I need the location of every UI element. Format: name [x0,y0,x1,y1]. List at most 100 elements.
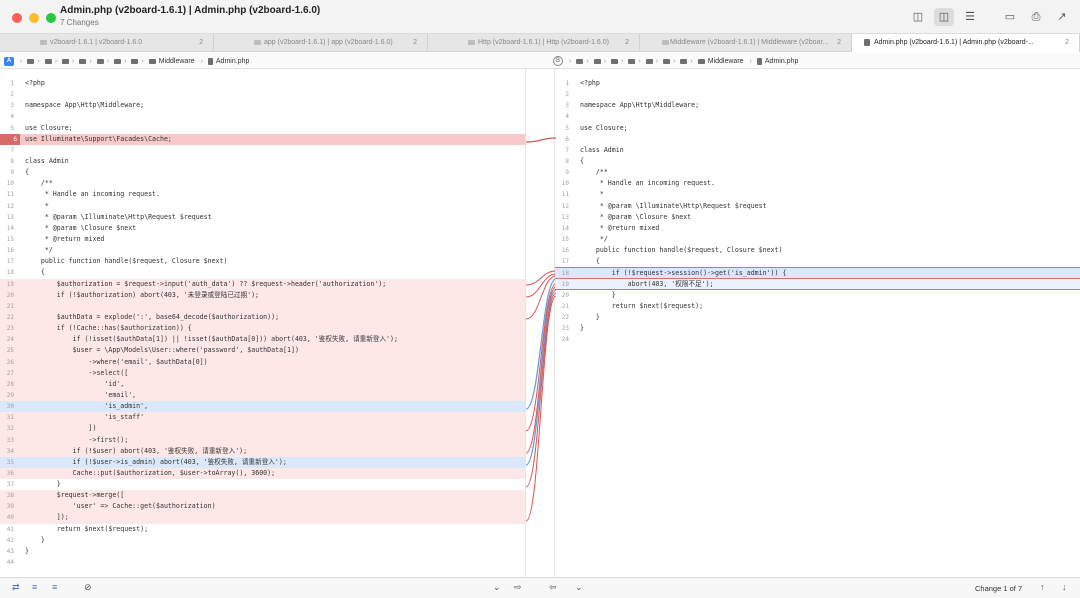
code-line[interactable]: 19 $authorization = $request->input('aut… [0,278,525,290]
code-line[interactable]: 17 public function handle($request, Clos… [0,256,525,267]
folder-icon[interactable] [611,58,619,64]
code-line[interactable]: 34 if (!$user) abort(403, '鉴权失败, 请重新登入')… [0,445,525,457]
close-window-button[interactable] [12,13,22,23]
code-line[interactable]: 43} [0,546,525,557]
code-line[interactable]: 20 if (!$authorization) abort(403, '未登录或… [0,289,525,301]
code-line[interactable]: 3 namespace App\Http\Middleware; [555,100,1080,111]
code-line[interactable]: 17 { [555,256,1080,267]
folder-icon[interactable] [79,58,87,64]
code-line[interactable]: 12 * @param \Illuminate\Http\Request $re… [555,201,1080,212]
share-icon[interactable]: ⎙ [1026,8,1046,26]
code-line[interactable]: 35 if (!$user->is_admin) abort(403, '鉴权失… [0,456,525,468]
code-line[interactable]: 44 [0,557,525,568]
code-line[interactable]: 41 return $next($request); [0,524,525,535]
folder-icon[interactable] [27,58,35,64]
code-line[interactable]: 18 { [0,267,525,278]
code-line[interactable]: 36 Cache::put($authorization, $user->toA… [0,467,525,480]
code-line[interactable]: 13 * @param \Closure $next [555,212,1080,223]
code-line[interactable]: 33 ->first(); [0,434,525,446]
code-line[interactable]: 3 namespace App\Http\Middleware; [0,100,525,111]
code-line[interactable]: 8 class Admin [0,156,525,167]
tab-root[interactable]: v2board-1.6.1 | v2board-1.6.0 2 [0,34,214,52]
chevron-down-icon[interactable]: ⌄ [575,582,583,593]
breadcrumb-folder[interactable]: Middleware [159,58,195,65]
copy-left-to-right-icon[interactable]: ⇨ [514,582,522,593]
code-line[interactable]: 23} [555,323,1080,334]
code-line[interactable]: 26 ->where('email', $authData[0]) [0,356,525,368]
code-line[interactable]: 15 * @return mixed [0,234,525,245]
previous-change-icon[interactable]: ↑ [1040,582,1045,592]
breadcrumb-file[interactable]: Admin.php [216,58,249,65]
code-line[interactable]: 21 return $next($request); [555,301,1080,312]
folder-icon[interactable] [96,58,104,64]
code-line[interactable]: 18 if (!$request->session()->get('is_adm… [555,267,1080,279]
export-icon[interactable]: ↗ [1052,8,1072,26]
folder-icon[interactable] [114,58,122,64]
next-change-icon[interactable]: ↓ [1062,582,1067,592]
code-line[interactable]: 4 [555,111,1080,122]
code-line[interactable]: 9 /** [555,167,1080,178]
code-line[interactable]: 27 ->select([ [0,367,525,379]
folder-icon[interactable] [628,58,636,64]
folder-icon[interactable] [645,58,653,64]
code-line[interactable]: 21 [0,300,525,312]
code-line[interactable]: 38 $request->merge([ [0,490,525,502]
folder-icon[interactable] [131,58,139,64]
code-line[interactable]: 37 } [0,479,525,490]
code-line[interactable]: 25 $user = \App\Models\User::where('pass… [0,345,525,357]
window-icon[interactable]: ▭ [1000,8,1020,26]
code-line[interactable]: 29 'email', [0,389,525,402]
code-line[interactable]: 6 [555,134,1080,145]
code-line[interactable]: 10 * Handle an incoming request. [555,178,1080,189]
folder-icon[interactable] [593,58,601,64]
code-line[interactable]: 1 <?php [0,78,525,89]
code-line[interactable]: 13 * @param \Illuminate\Http\Request $re… [0,212,525,223]
code-line[interactable]: 24 if (!isset($authData[1]) || !isset($a… [0,334,525,346]
code-line[interactable]: 11 * [555,189,1080,200]
tab-app[interactable]: app (v2board-1.6.1) | app (v2board-1.6.0… [214,34,428,52]
code-line[interactable]: 8{ [555,156,1080,167]
split-view-icon[interactable]: ◫ [934,8,954,26]
code-line[interactable]: 5 use Closure; [555,123,1080,134]
code-line[interactable]: 12 * [0,201,525,212]
tab-http[interactable]: Http (v2board-1.6.1) | Http (v2board-1.6… [428,34,640,52]
right-code-pane[interactable]: 1 <?php 2 3 namespace App\Http\Middleware; 4 5… [555,78,1080,576]
code-line[interactable]: 4 [0,111,525,122]
code-line[interactable]: 39 'user' => Cache::get($authorization) [0,501,525,513]
code-line[interactable]: 9{ [0,167,525,178]
left-code-pane[interactable]: 1 <?php 2 3 namespace App\Http\Middleware; 4 5… [0,78,525,576]
code-line[interactable]: 30 'is_admin', [0,401,525,413]
code-line[interactable]: 22 $authData = explode(':', base64_decod… [0,311,525,324]
unified-view-icon[interactable]: ☰ [960,8,980,26]
code-line[interactable]: 28 'id', [0,378,525,390]
code-line[interactable]: 1 <?php [555,78,1080,89]
code-line[interactable]: 10 /** [0,178,525,189]
code-line[interactable]: 15 */ [555,234,1080,245]
code-line[interactable]: 6 use Illuminate\Support\Facades\Cache; [0,133,525,145]
folder-icon[interactable] [663,58,671,64]
swap-sides-icon[interactable]: ⇄ [12,582,20,593]
code-line[interactable]: 2 [0,89,525,100]
sidebar-icon[interactable]: ◫ [908,8,928,26]
code-line[interactable]: 14 * @return mixed [555,223,1080,234]
filter-icon[interactable]: ≡ [52,582,57,592]
minimize-window-button[interactable] [29,13,39,23]
folder-icon[interactable] [44,58,52,64]
code-line[interactable]: 42 } [0,535,525,546]
code-line[interactable]: 40 ]); [0,512,525,524]
code-line[interactable]: 19 abort(403, '权限不足'); [555,278,1080,290]
code-line[interactable]: 7 [0,145,525,156]
code-line[interactable]: 23 if (!Cache::has($authorization)) { [0,323,525,335]
breadcrumb-folder[interactable]: Middleware [708,58,744,65]
copy-right-to-left-icon[interactable]: ⇦ [549,582,557,593]
tab-admin-php[interactable]: Admin.php (v2board-1.6.1) | Admin.php (v… [852,34,1080,52]
folder-icon[interactable] [576,58,584,64]
code-line[interactable]: 24 [555,334,1080,345]
code-line[interactable]: 2 [555,89,1080,100]
tab-middleware[interactable]: Middleware (v2board-1.6.1) | Middleware … [640,34,852,52]
zoom-window-button[interactable] [46,13,56,23]
breadcrumb-file[interactable]: Admin.php [765,58,798,65]
code-line[interactable]: 7 class Admin [555,145,1080,156]
ignore-whitespace-icon[interactable]: ⊘ [84,582,92,593]
folder-icon[interactable] [62,58,70,64]
